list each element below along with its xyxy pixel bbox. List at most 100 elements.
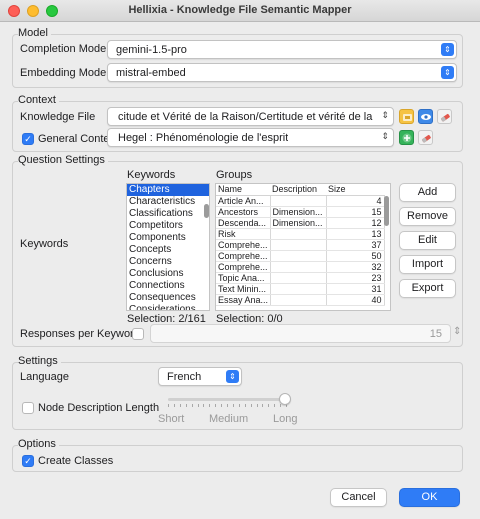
completion-model-label: Completion Model xyxy=(20,43,109,55)
keyword-list-item[interactable]: Components xyxy=(127,232,209,244)
create-classes-label: Create Classes xyxy=(38,455,114,467)
completion-model-select[interactable]: gemini-1.5-pro ⇕ xyxy=(107,40,457,59)
responses-per-keyword-label: Responses per Keyword xyxy=(20,328,140,340)
groups-table-row[interactable]: Article An... 4 xyxy=(216,195,385,207)
group-name-cell: Comprehe... xyxy=(216,261,271,273)
slider-label-long: Long xyxy=(273,413,298,425)
group-name-cell: Comprehe... xyxy=(216,239,271,251)
slider-tick xyxy=(197,404,199,407)
groups-table-row[interactable]: Topic Ana... 23 xyxy=(216,272,385,284)
groups-table-row[interactable]: Risk 13 xyxy=(216,228,385,240)
group-size-cell: 4 xyxy=(326,195,385,207)
keyword-list-item[interactable]: Classifications xyxy=(127,208,209,220)
embedding-model-value: mistral-embed xyxy=(116,67,186,79)
general-context-select[interactable]: Hegel : Phénoménologie de l'esprit ⇕ xyxy=(107,128,394,147)
general-context-checkbox[interactable]: ✓ xyxy=(22,133,34,145)
group-name-cell: Comprehe... xyxy=(216,250,271,262)
groups-table-row[interactable]: Comprehe... 32 xyxy=(216,261,385,273)
group-size-cell: 12 xyxy=(326,217,385,229)
keyword-list-item[interactable]: Characteristics xyxy=(127,196,209,208)
group-size-cell: 40 xyxy=(326,294,385,306)
keyword-list-item[interactable]: Connections xyxy=(127,280,209,292)
group-description-cell: Dimension... xyxy=(270,206,327,218)
group-description-cell xyxy=(270,250,327,262)
responses-per-keyword-value: 15 xyxy=(429,328,442,340)
group-size-cell: 13 xyxy=(326,228,385,240)
group-size-cell: 37 xyxy=(326,239,385,251)
groups-table-row[interactable]: Ancestors Dimension... 15 xyxy=(216,206,385,218)
add-context-icon[interactable] xyxy=(399,130,414,145)
keywords-label: Keywords xyxy=(20,238,69,250)
edit-button[interactable]: Edit xyxy=(399,231,456,250)
add-button[interactable]: Add xyxy=(399,183,456,202)
keyword-list-item[interactable]: Concerns xyxy=(127,256,209,268)
groups-table[interactable]: Name Description Size Article An... 4 Ance… xyxy=(215,183,391,311)
window-title: Hellixia - Knowledge File Semantic Mappe… xyxy=(128,4,352,16)
slider-tick xyxy=(268,404,270,407)
slider-tick xyxy=(215,404,217,407)
slider-label-short: Short xyxy=(158,413,185,425)
groups-column-description[interactable]: Description xyxy=(270,184,326,196)
node-description-length-slider[interactable] xyxy=(168,398,286,401)
group-name-cell: Article An... xyxy=(216,195,271,207)
keyword-list-item[interactable]: Conclusions xyxy=(127,268,209,280)
group-description-cell xyxy=(270,228,327,240)
responses-per-keyword-field[interactable]: 15 xyxy=(150,324,451,343)
group-name-cell: Essay Ana... xyxy=(216,294,271,306)
import-button[interactable]: Import xyxy=(399,255,456,274)
responses-stepper-icon[interactable]: ⇕ xyxy=(453,326,461,337)
groups-table-row[interactable]: Comprehe... 50 xyxy=(216,250,385,262)
slider-label-medium: Medium xyxy=(209,413,249,425)
clear-eraser-icon[interactable] xyxy=(437,109,452,124)
group-description-cell xyxy=(270,261,327,273)
node-description-length-checkbox[interactable] xyxy=(22,402,34,414)
group-name-cell: Text Minin... xyxy=(216,283,271,295)
node-description-length-slider-knob[interactable] xyxy=(279,393,291,405)
keywords-list[interactable]: Chapters Characteristics Classifications Co… xyxy=(126,183,210,311)
groups-table-row[interactable]: Descenda... Dimension... 12 xyxy=(216,217,385,229)
remove-button[interactable]: Remove xyxy=(399,207,456,226)
groups-column-name[interactable]: Name xyxy=(216,184,270,196)
slider-tick xyxy=(227,404,228,407)
language-select[interactable]: French ⇕ xyxy=(158,367,242,386)
keyword-list-item[interactable]: Consequences xyxy=(127,292,209,304)
language-label: Language xyxy=(20,371,69,383)
knowledge-file-label: Knowledge File xyxy=(20,111,96,123)
group-description-cell xyxy=(270,195,327,207)
cancel-button[interactable]: Cancel xyxy=(330,488,387,507)
group-size-cell: 32 xyxy=(326,261,385,273)
export-button[interactable]: Export xyxy=(399,279,456,298)
updown-chevron-icon: ⇕ xyxy=(381,110,389,120)
open-folder-icon[interactable] xyxy=(399,109,414,124)
slider-tick xyxy=(179,404,181,407)
groups-table-row[interactable]: Comprehe... 37 xyxy=(216,239,385,251)
keyword-list-item[interactable]: Chapters xyxy=(127,184,209,196)
updown-chevron-icon: ⇕ xyxy=(441,43,454,56)
group-size-cell: 23 xyxy=(326,272,385,284)
responses-per-keyword-checkbox[interactable] xyxy=(132,328,144,340)
keywords-scrollbar[interactable] xyxy=(204,204,209,218)
completion-model-value: gemini-1.5-pro xyxy=(116,44,187,56)
keyword-list-item[interactable]: Considerations xyxy=(127,304,209,310)
clear-context-eraser-icon[interactable] xyxy=(418,130,433,145)
ok-button[interactable]: OK xyxy=(399,488,460,507)
embedding-model-label: Embedding Model xyxy=(20,67,109,79)
slider-tick xyxy=(191,404,193,407)
slider-tick xyxy=(168,404,169,407)
create-classes-checkbox[interactable]: ✓ xyxy=(22,455,34,467)
embedding-model-select[interactable]: mistral-embed ⇕ xyxy=(107,63,457,82)
group-name-cell: Ancestors xyxy=(216,206,271,218)
groups-scrollbar[interactable] xyxy=(384,196,389,226)
groups-column-size[interactable]: Size xyxy=(326,184,384,196)
groups-table-row[interactable]: Essay Ana... 40 xyxy=(216,294,385,306)
group-name-cell: Risk xyxy=(216,228,271,240)
groups-header: Groups xyxy=(216,169,253,181)
general-context-value: Hegel : Phénoménologie de l'esprit xyxy=(118,132,289,144)
keyword-list-item[interactable]: Concepts xyxy=(127,244,209,256)
slider-tick xyxy=(256,404,258,407)
knowledge-file-select[interactable]: citude et Vérité de la Raison/Certitude … xyxy=(107,107,394,126)
updown-chevron-icon: ⇕ xyxy=(381,131,389,141)
view-eye-icon[interactable] xyxy=(418,109,433,124)
groups-table-row[interactable]: Text Minin... 31 xyxy=(216,283,385,295)
keyword-list-item[interactable]: Competitors xyxy=(127,220,209,232)
